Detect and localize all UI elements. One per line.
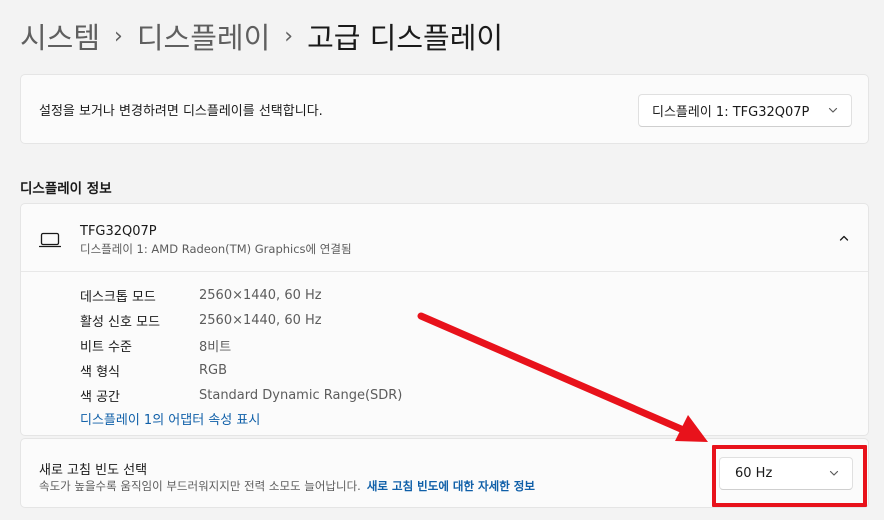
info-row-color-space: 색 공간 Standard Dynamic Range(SDR): [80, 383, 402, 408]
refresh-rate-info-link[interactable]: 새로 고침 빈도에 대한 자세한 정보: [367, 479, 535, 493]
display-select-card: 설정을 보거나 변경하려면 디스플레이를 선택합니다. 디스플레이 1: TFG…: [20, 74, 869, 144]
highlight-box: [712, 445, 867, 507]
info-value: 2560×1440, 60 Hz: [199, 313, 322, 328]
info-label: 비트 수준: [80, 340, 132, 355]
monitor-connection: 디스플레이 1: AMD Radeon(TM) Graphics에 연결됨: [80, 242, 352, 256]
info-value: 8비트: [199, 340, 232, 355]
info-row-active-signal-mode: 활성 신호 모드 2560×1440, 60 Hz: [80, 308, 402, 333]
breadcrumb-item-system[interactable]: 시스템: [20, 18, 100, 58]
page-title: 고급 디스플레이: [307, 21, 504, 55]
display-dropdown[interactable]: 디스플레이 1: TFG32Q07P: [638, 94, 852, 127]
info-value: 2560×1440, 60 Hz: [199, 288, 322, 303]
info-value: RGB: [199, 363, 228, 378]
info-label: 색 공간: [80, 390, 121, 405]
info-value: Standard Dynamic Range(SDR): [199, 388, 403, 403]
info-row-bit-depth: 비트 수준 8비트: [80, 333, 402, 358]
adapter-properties-link[interactable]: 디스플레이 1의 어댑터 속성 표시: [80, 409, 260, 428]
monitor-icon: [39, 232, 61, 248]
collapse-button[interactable]: [828, 224, 860, 252]
info-label: 색 형식: [80, 365, 121, 380]
refresh-rate-description: 속도가 높을수록 움직임이 부드러워지지만 전력 소모도 늘어납니다.: [39, 479, 361, 493]
breadcrumb: 시스템 › 디스플레이 › 고급 디스플레이: [20, 18, 503, 58]
info-row-color-format: 색 형식 RGB: [80, 358, 402, 383]
section-title-display-info: 디스플레이 정보: [20, 181, 112, 197]
display-info-rows: 데스크톱 모드 2560×1440, 60 Hz 활성 신호 모드 2560×1…: [80, 283, 402, 408]
display-select-description: 설정을 보거나 변경하려면 디스플레이를 선택합니다.: [39, 104, 323, 119]
info-row-desktop-mode: 데스크톱 모드 2560×1440, 60 Hz: [80, 283, 402, 308]
chevron-up-icon: [839, 235, 849, 241]
breadcrumb-separator: ›: [284, 24, 294, 49]
display-info-header[interactable]: TFG32Q07P 디스플레이 1: AMD Radeon(TM) Graphi…: [21, 204, 868, 272]
refresh-rate-description-line: 속도가 높을수록 움직임이 부드러워지지만 전력 소모도 늘어납니다. 새로 고침…: [39, 478, 535, 494]
breadcrumb-separator: ›: [114, 24, 123, 49]
info-label: 활성 신호 모드: [80, 315, 161, 330]
breadcrumb-item-display[interactable]: 디스플레이: [137, 18, 270, 58]
monitor-name: TFG32Q07P: [80, 224, 157, 239]
display-info-card: TFG32Q07P 디스플레이 1: AMD Radeon(TM) Graphi…: [20, 203, 869, 436]
info-label: 데스크톱 모드: [80, 290, 156, 305]
refresh-rate-title: 새로 고침 빈도 선택: [39, 463, 148, 478]
display-dropdown-value: 디스플레이 1: TFG32Q07P: [652, 105, 810, 120]
chevron-down-icon: [828, 107, 838, 113]
